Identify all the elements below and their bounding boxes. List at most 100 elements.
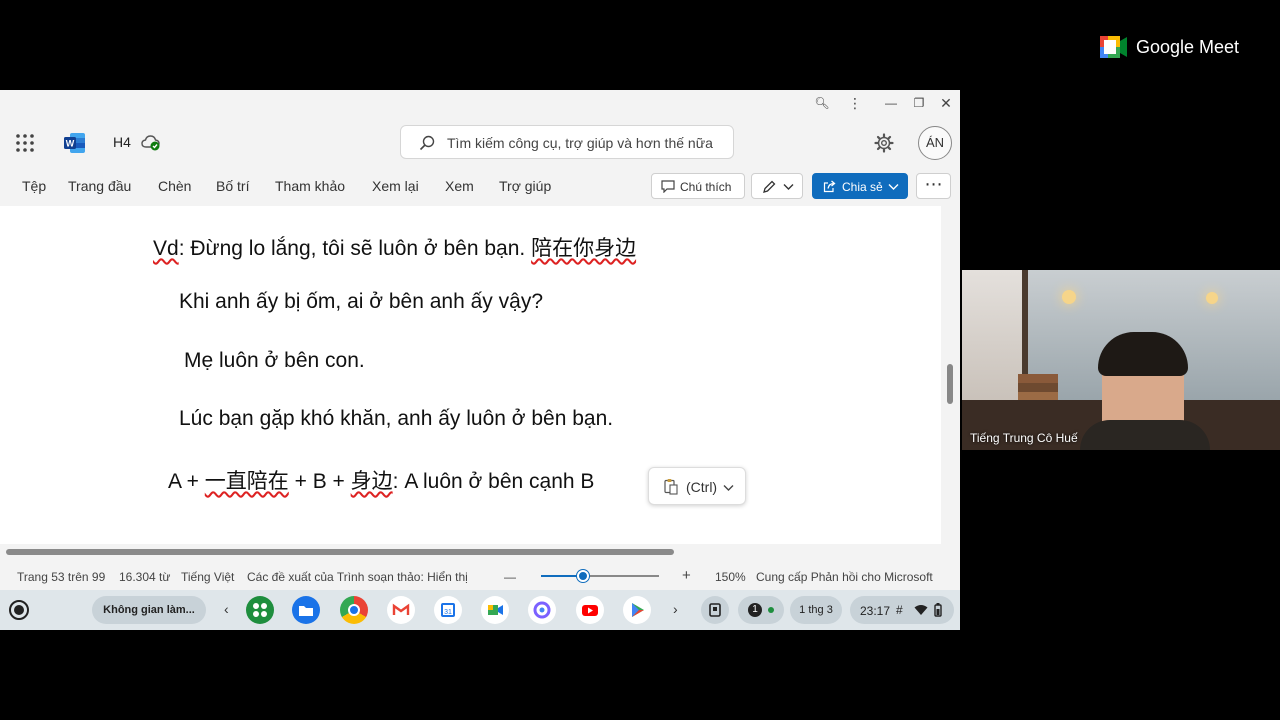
document-name[interactable]: H4 [113, 134, 131, 150]
youtube-icon[interactable] [576, 596, 604, 624]
recording-dot-icon [768, 607, 774, 613]
workspace-chip[interactable]: Không gian làm... [92, 596, 206, 624]
wifi-icon [914, 605, 928, 615]
tote-icon [709, 603, 721, 617]
files-icon[interactable] [292, 596, 320, 624]
tab-review[interactable]: Xem lại [372, 178, 419, 194]
clipboard-icon [664, 479, 678, 495]
word-logo-icon: W [64, 133, 85, 153]
doc-line-5-a: A + [168, 470, 205, 493]
zoom-icon[interactable]: 🔍︎ [813, 94, 831, 112]
doc-line-5: A + 一直陪在 + B + 身边: A luôn ở bên cạnh B [168, 465, 594, 495]
comments-label: Chú thích [680, 180, 732, 194]
doc-line-2: Khi anh ấy bị ốm, ai ở bên anh ấy vậy? [179, 290, 543, 313]
participant-video-tile[interactable]: Tiếng Trung Cô Huế [962, 270, 1280, 450]
share-icon [823, 180, 836, 193]
more-vert-icon[interactable]: ⋮ [846, 94, 864, 112]
tab-home[interactable]: Trang đầu [68, 178, 131, 194]
search-placeholder: Tìm kiếm công cụ, trợ giúp và hơn thế nữ… [447, 135, 713, 151]
word-count[interactable]: 16.304 từ [119, 570, 170, 584]
tab-references[interactable]: Tham khảo [275, 178, 345, 194]
shelf-scroll-right-icon[interactable]: › [673, 601, 678, 617]
chromeos-shelf: Không gian làm... ‹ 31 › 1 1 thg 3 23:17… [0, 590, 960, 630]
more-options-button[interactable]: ⋯ [916, 173, 951, 199]
doc-line-5-b: + B + [288, 470, 351, 493]
close-button[interactable]: ✕ [937, 94, 955, 112]
horizontal-scrollbar[interactable] [0, 544, 960, 560]
zoom-slider-thumb[interactable] [577, 570, 589, 582]
tab-insert[interactable]: Chèn [158, 178, 191, 194]
avatar-initials: ÁN [925, 135, 945, 150]
doc-line-1-chinese: 陪在你身边 [531, 237, 637, 260]
date-label: 1 thg 3 [799, 604, 833, 616]
settings-gear-icon[interactable] [874, 133, 894, 153]
svg-text:31: 31 [444, 609, 452, 616]
notification-chip[interactable]: 1 [738, 596, 784, 624]
chevron-down-icon [783, 184, 794, 190]
participant-body [1080, 420, 1210, 450]
calendar-icon[interactable]: 31 [434, 596, 462, 624]
status-tray[interactable]: 23:17 # [850, 596, 954, 624]
meet-app-icon[interactable] [481, 596, 509, 624]
paste-chevron-icon [723, 485, 734, 491]
battery-icon [934, 603, 942, 617]
paste-options-label: (Ctrl) [686, 479, 718, 495]
app-launcher-icon[interactable] [16, 134, 34, 152]
feedback-link[interactable]: Cung cấp Phản hồi cho Microsoft [756, 570, 933, 584]
play-store-icon[interactable] [623, 596, 651, 624]
meet-camera-icon [1100, 36, 1127, 58]
participant-name: Tiếng Trung Cô Huế [970, 431, 1078, 445]
language-status[interactable]: Tiếng Việt [181, 570, 234, 584]
title-bar: 🔍︎ ⋮ — ❐ ✕ [0, 90, 960, 116]
doc-line-4: Lúc bạn gặp khó khăn, anh ấy luôn ở bên … [179, 407, 614, 430]
chrome-icon[interactable] [340, 596, 368, 624]
zoom-level[interactable]: 150% [715, 570, 746, 584]
meet-brand-text: Google Meet [1136, 37, 1240, 57]
comments-button[interactable]: Chú thích [651, 173, 745, 199]
svg-text:W: W [66, 139, 75, 149]
document-canvas[interactable]: Vd: Đừng lo lắng, tôi sẽ luôn ở bên bạn.… [0, 206, 960, 544]
app-header: W H4 Tìm kiếm công cụ, trợ giúp và hơn t… [0, 116, 960, 170]
zoom-in-button[interactable]: + [682, 567, 691, 584]
doc-line-5-zh2: 身边 [350, 470, 393, 493]
doc-line-1: Vd: Đừng lo lắng, tôi sẽ luôn ở bên bạn.… [153, 232, 636, 262]
photos-app-icon[interactable] [528, 596, 556, 624]
tab-file[interactable]: Tệp [22, 178, 46, 194]
minimize-button[interactable]: — [882, 94, 900, 112]
page-count[interactable]: Trang 53 trên 99 [17, 570, 105, 584]
apps-icon[interactable] [246, 596, 274, 624]
editing-mode-button[interactable] [751, 173, 803, 199]
share-label: Chia sẻ [842, 180, 883, 194]
tab-layout[interactable]: Bố trí [216, 178, 249, 194]
workspace-label: Không gian làm... [103, 604, 195, 616]
share-button[interactable]: Chia sẻ [812, 173, 908, 199]
paste-options-button[interactable]: (Ctrl) [648, 467, 746, 505]
doc-line-3: Mẹ luôn ở bên con. [184, 349, 365, 372]
video-lamp-right [1206, 292, 1218, 304]
doc-line-5-rest: : A luôn ở bên cạnh B [392, 470, 595, 493]
gmail-icon[interactable] [387, 596, 415, 624]
shelf-scroll-left-icon[interactable]: ‹ [224, 601, 229, 617]
date-chip[interactable]: 1 thg 3 [790, 596, 842, 624]
pencil-icon [763, 180, 776, 193]
doc-line-1-prefix: Vd [153, 237, 179, 260]
search-box[interactable]: Tìm kiếm công cụ, trợ giúp và hơn thế nữ… [400, 125, 734, 159]
launcher-button[interactable] [9, 600, 29, 620]
restore-button[interactable]: ❐ [910, 94, 928, 112]
vertical-scrollbar-thumb[interactable] [947, 364, 953, 404]
zoom-out-button[interactable]: — [504, 570, 516, 584]
editor-suggestions[interactable]: Các đề xuất của Trình soạn thảo: Hiển th… [247, 570, 468, 584]
share-chevron-icon [888, 184, 899, 190]
tab-view[interactable]: Xem [445, 178, 474, 194]
word-window: 🔍︎ ⋮ — ❐ ✕ W H4 Tìm kiếm công cụ, trợ gi… [0, 90, 960, 630]
status-bar: Trang 53 trên 99 16.304 từ Tiếng Việt Cá… [0, 560, 960, 590]
doc-line-1-text: : Đừng lo lắng, tôi sẽ luôn ở bên bạn. [178, 237, 532, 260]
tab-help[interactable]: Trợ giúp [499, 178, 551, 194]
avatar[interactable]: ÁN [918, 126, 952, 160]
cloud-saved-icon[interactable] [141, 133, 161, 151]
horizontal-scrollbar-thumb[interactable] [6, 549, 674, 555]
zoom-slider[interactable] [541, 570, 659, 582]
input-method-icon: # [896, 603, 903, 617]
search-icon [419, 135, 435, 151]
tote-button[interactable] [701, 596, 729, 624]
